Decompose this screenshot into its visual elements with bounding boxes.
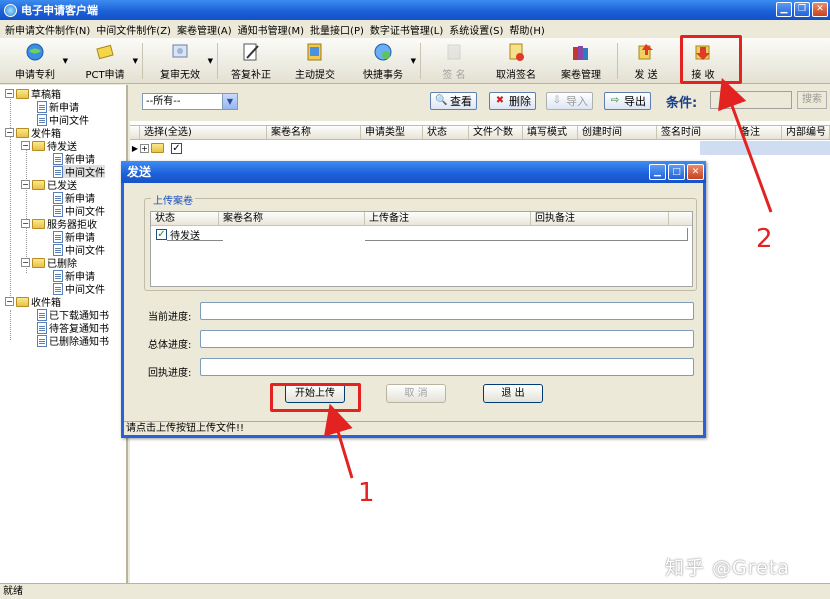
watermark-text: 知乎 @Greta bbox=[665, 557, 790, 579]
annotation-number-1: 1 bbox=[358, 478, 375, 508]
annotation-arrows bbox=[323, 77, 773, 479]
arrow-to-start-upload bbox=[323, 403, 354, 479]
annotation-number-2: 2 bbox=[756, 224, 773, 254]
arrow-to-receive bbox=[718, 77, 773, 213]
